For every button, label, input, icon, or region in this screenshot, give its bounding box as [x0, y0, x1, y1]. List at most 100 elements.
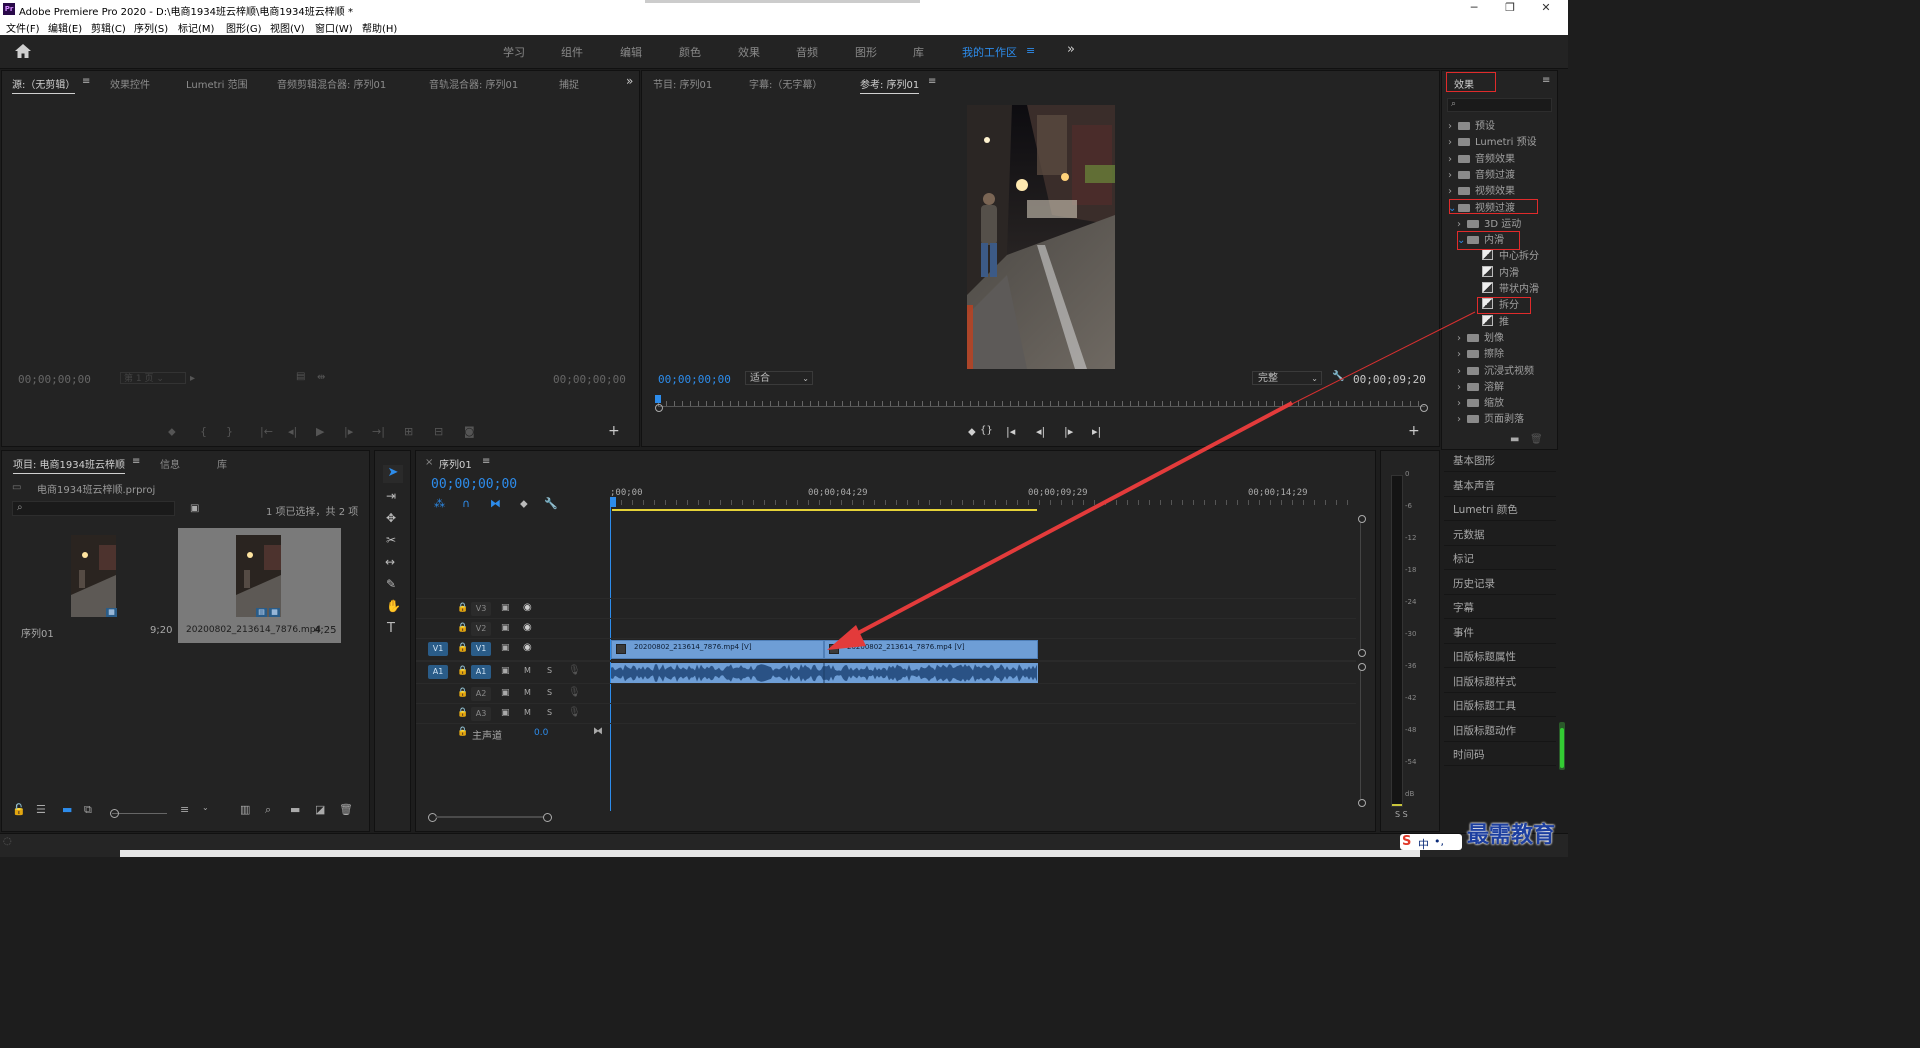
- effects-tree-item[interactable]: › 划像: [1442, 329, 1504, 345]
- effects-tree-item[interactable]: › 视频效果: [1442, 182, 1515, 198]
- track-target[interactable]: A3: [471, 707, 491, 721]
- source-tab-menu-icon[interactable]: ≡: [82, 76, 90, 87]
- export-frame-icon[interactable]: ◙: [464, 425, 475, 438]
- panel-scrollbar[interactable]: [1559, 722, 1565, 770]
- menu-edit[interactable]: 编辑(E): [48, 20, 82, 35]
- clear-icon[interactable]: 🗑: [339, 803, 353, 816]
- workspace-editing[interactable]: 编辑: [620, 44, 642, 60]
- menu-marker[interactable]: 标记(M): [178, 20, 214, 35]
- effects-tree-item[interactable]: 带状内滑: [1442, 280, 1539, 296]
- a-scroll-bottom-handle[interactable]: [1358, 799, 1366, 807]
- sync-lock-icon[interactable]: ▣: [501, 708, 510, 718]
- effects-tree-item[interactable]: 推: [1442, 313, 1509, 329]
- more-workspaces-icon[interactable]: »: [1067, 42, 1075, 57]
- microphone-icon[interactable]: 🎙: [568, 665, 581, 676]
- pen-tool-icon[interactable]: ✎: [386, 577, 396, 591]
- effects-tree-item[interactable]: › 3D 运动: [1442, 215, 1521, 231]
- playhead[interactable]: [655, 395, 661, 403]
- mark-out-icon[interactable]: }: [226, 425, 233, 438]
- mute-button[interactable]: M: [524, 708, 531, 717]
- workspace-assembly[interactable]: 组件: [561, 44, 583, 60]
- collapsed-panel-tab[interactable]: 旧版标题工具: [1444, 695, 1556, 717]
- delete-icon[interactable]: 🗑: [1530, 434, 1543, 445]
- effects-tree-item[interactable]: 内滑: [1442, 264, 1519, 280]
- master-value[interactable]: 0.0: [534, 728, 548, 738]
- source-add-button-icon[interactable]: +: [608, 423, 620, 439]
- play-icon[interactable]: ▶: [316, 425, 324, 438]
- overwrite-icon[interactable]: ⊟: [434, 425, 443, 438]
- workspace-learn[interactable]: 学习: [503, 44, 525, 60]
- ripple-edit-tool-icon[interactable]: ✥: [386, 511, 396, 525]
- video-clip[interactable]: 20200802_213614_7876.mp4 [V]: [611, 640, 824, 659]
- chevron-right-icon[interactable]: ›: [1448, 137, 1458, 148]
- sync-lock-icon[interactable]: ▣: [501, 623, 510, 633]
- program-scrub-bar[interactable]: [655, 395, 1428, 413]
- timeline-timecode[interactable]: 00;00;00;00: [431, 477, 517, 492]
- tab-audio-clip-mixer[interactable]: 音频剪辑混合器: 序列01: [277, 76, 386, 91]
- chevron-right-icon[interactable]: ›: [1457, 398, 1467, 409]
- effects-tree-item[interactable]: › 音频过渡: [1442, 166, 1515, 182]
- ime-punct-icon[interactable]: •,: [1434, 835, 1444, 848]
- mute-button[interactable]: M: [524, 688, 531, 697]
- microphone-icon[interactable]: 🎙: [568, 707, 581, 718]
- program-timecode[interactable]: 00;00;00;00: [658, 373, 731, 386]
- tab-project[interactable]: 项目: 电商1934班云梓顺: [13, 456, 125, 474]
- effects-tree-item[interactable]: › 溶解: [1442, 378, 1504, 394]
- menu-window[interactable]: 窗口(W): [315, 20, 353, 35]
- effects-panel-menu-icon[interactable]: ≡: [1542, 75, 1550, 86]
- timeline-playhead[interactable]: [610, 497, 616, 507]
- workspace-audio[interactable]: 音频: [796, 44, 818, 60]
- track-target[interactable]: A2: [471, 687, 491, 701]
- collapsed-panel-tab[interactable]: 旧版标题属性: [1444, 646, 1556, 668]
- source-drag-icon[interactable]: ⇹: [317, 372, 325, 383]
- tab-libraries[interactable]: 库: [217, 456, 227, 471]
- zoom-slider[interactable]: [112, 813, 167, 814]
- ime-toolbar[interactable]: S 中 •,: [1400, 834, 1462, 852]
- effects-tree-item[interactable]: › 预设: [1442, 117, 1495, 133]
- workspace-graphics[interactable]: 图形: [855, 44, 877, 60]
- collapsed-panel-tab[interactable]: 元数据: [1444, 524, 1556, 546]
- sync-lock-icon[interactable]: ▣: [501, 643, 510, 653]
- tab-sequence[interactable]: 序列01: [439, 456, 472, 473]
- effects-tree-item[interactable]: › 音频效果: [1442, 150, 1515, 166]
- collapsed-panel-tab[interactable]: 基本图形: [1444, 450, 1556, 472]
- lock-icon[interactable]: 🔒: [457, 708, 468, 718]
- type-tool-icon[interactable]: T: [387, 621, 395, 636]
- menu-clip[interactable]: 剪辑(C): [91, 20, 126, 35]
- find-icon[interactable]: ⌕: [265, 803, 271, 817]
- lock-icon[interactable]: 🔒: [457, 727, 468, 737]
- workspace-effects[interactable]: 效果: [738, 44, 760, 60]
- source-timecode[interactable]: 00;00;00;00: [18, 373, 91, 386]
- quality-select[interactable]: 完整 ⌄: [1252, 371, 1322, 385]
- effects-tree-item[interactable]: › 缩放: [1442, 394, 1504, 410]
- eye-icon[interactable]: ◉: [523, 642, 532, 653]
- eye-icon[interactable]: ◉: [523, 602, 532, 613]
- fit-select[interactable]: 适合 ⌄: [745, 371, 813, 385]
- collapsed-panel-tab[interactable]: Lumetri 颜色: [1444, 499, 1556, 521]
- chevron-right-icon[interactable]: ›: [1448, 121, 1458, 132]
- new-item-icon[interactable]: ◪: [315, 803, 325, 816]
- a-scroll-top-handle[interactable]: [1358, 663, 1366, 671]
- lock-icon[interactable]: 🔒: [457, 623, 468, 633]
- find-icon[interactable]: ▣: [190, 503, 199, 514]
- list-view-icon[interactable]: ☰: [36, 803, 46, 816]
- tab-lumetri-scopes[interactable]: Lumetri 范围: [186, 76, 248, 91]
- tab-capture[interactable]: 捕捉: [559, 76, 579, 91]
- nest-icon[interactable]: ⁂: [434, 497, 445, 510]
- meter-solo-buttons[interactable]: S S: [1395, 810, 1408, 819]
- workspace-libraries[interactable]: 库: [913, 44, 924, 60]
- effects-tree-item[interactable]: › 页面剥落: [1442, 410, 1524, 426]
- collapsed-panel-tab[interactable]: 基本声音: [1444, 475, 1556, 497]
- source-page-select[interactable]: 第 1 页 ⌄: [120, 372, 186, 384]
- track-target[interactable]: A1: [471, 665, 491, 679]
- chevron-right-icon[interactable]: ›: [1457, 333, 1467, 344]
- ime-mode[interactable]: 中: [1418, 836, 1429, 852]
- go-to-in-icon[interactable]: |◂: [1006, 425, 1015, 438]
- sort-icon[interactable]: ≡: [180, 803, 189, 816]
- linked-selection-icon[interactable]: ⧓: [490, 497, 501, 510]
- maximize-button[interactable]: ❐: [1495, 1, 1525, 14]
- microphone-icon[interactable]: 🎙: [568, 687, 581, 698]
- insert-icon[interactable]: ⊞: [404, 425, 413, 438]
- track-select-tool-icon[interactable]: ⇥: [386, 489, 396, 503]
- lock-icon[interactable]: 🔒: [457, 666, 468, 676]
